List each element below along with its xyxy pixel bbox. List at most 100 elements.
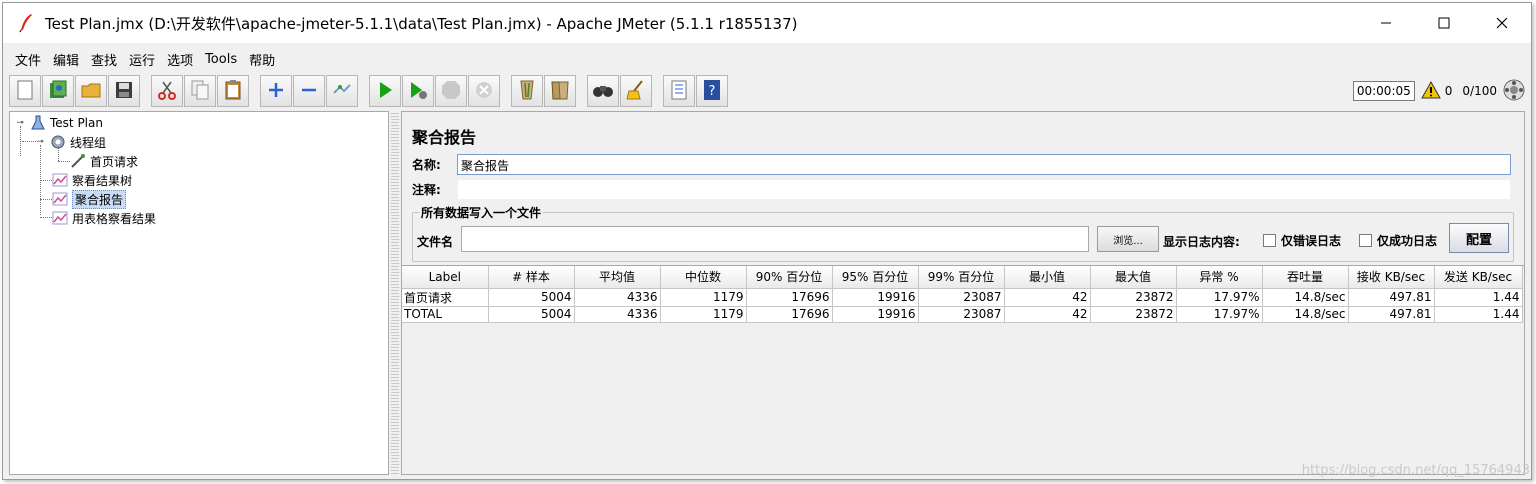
name-label: 名称:	[412, 158, 441, 172]
clear-icon	[517, 79, 537, 104]
stop-button[interactable]	[435, 75, 467, 107]
expand-button[interactable]	[260, 75, 292, 107]
table-cell: 23087	[918, 288, 1005, 307]
tree-item-thread-group[interactable]: 线程组	[50, 133, 106, 151]
active-threads: 0/100	[1462, 84, 1497, 98]
tree-label-test-plan: Test Plan	[50, 116, 103, 130]
table-row[interactable]: TOTAL 5004 4336 1179 17696 19916 23087 4…	[402, 306, 1523, 323]
paste-button[interactable]	[217, 75, 249, 107]
menu-tools[interactable]: Tools	[199, 52, 243, 67]
table-cell: 1.44	[1434, 288, 1523, 307]
start-no-pause-button[interactable]	[402, 75, 434, 107]
expand-icon	[267, 81, 285, 102]
clear-button[interactable]	[511, 75, 543, 107]
table-cell: 5004	[488, 288, 575, 307]
column-header[interactable]: 发送 KB/sec	[1434, 266, 1523, 289]
column-header[interactable]: 99% 百分位	[918, 266, 1005, 289]
aggregate-report-panel: 聚合报告 名称: 聚合报告 注释: 所有数据写入一个文件 文件名 浏览... 显…	[401, 111, 1525, 475]
table-cell: TOTAL	[402, 306, 489, 323]
column-header[interactable]: 90% 百分位	[746, 266, 833, 289]
errors-only-label: 仅错误日志	[1281, 234, 1342, 248]
elapsed-timer: 00:00:05	[1352, 81, 1415, 101]
warning-icon[interactable]	[1420, 80, 1441, 102]
close-button[interactable]	[1473, 3, 1531, 43]
log-content-label: 显示日志内容:	[1163, 235, 1240, 249]
column-header[interactable]: 接收 KB/sec	[1348, 266, 1435, 289]
start-no-pause-icon	[408, 80, 428, 103]
menu-edit[interactable]: 编辑	[47, 50, 85, 69]
chart-line-icon	[52, 191, 68, 207]
tree-item-http-sampler[interactable]: 首页请求	[70, 152, 138, 170]
toggle-button[interactable]	[326, 75, 358, 107]
results-table-area: Label # 样本 平均值 中位数 90% 百分位 95% 百分位 99% 百…	[402, 265, 1524, 474]
save-button[interactable]	[108, 75, 140, 107]
table-cell: 23872	[1090, 288, 1177, 307]
column-header[interactable]: 最大值	[1090, 266, 1177, 289]
table-cell: 497.81	[1348, 306, 1435, 323]
column-header[interactable]: 中位数	[660, 266, 747, 289]
table-cell: 23872	[1090, 306, 1177, 323]
column-header[interactable]: 平均值	[574, 266, 661, 289]
column-header[interactable]: 吞吐量	[1262, 266, 1349, 289]
tree-item-test-plan[interactable]: Test Plan	[30, 114, 103, 132]
paste-icon	[223, 79, 243, 104]
templates-button[interactable]	[42, 75, 74, 107]
tree-toggle-thread-group[interactable]: ⊸	[35, 137, 45, 147]
function-helper-button[interactable]	[663, 75, 695, 107]
open-icon	[80, 80, 102, 103]
reset-search-button[interactable]	[620, 75, 652, 107]
name-field[interactable]: 聚合报告	[457, 154, 1511, 175]
maximize-button[interactable]	[1415, 3, 1473, 43]
tree-toggle-root[interactable]: ⊸	[15, 118, 25, 128]
tree-item-view-results-table[interactable]: 用表格察看结果	[52, 209, 156, 227]
comment-field[interactable]	[457, 179, 1511, 200]
tree-label-thread-group: 线程组	[70, 135, 107, 150]
title-bar: Test Plan.jmx (D:\开发软件\apache-jmeter-5.1…	[3, 3, 1531, 43]
errors-only-checkbox[interactable]	[1263, 234, 1276, 247]
menu-help[interactable]: 帮助	[243, 50, 281, 69]
copy-button[interactable]	[184, 75, 216, 107]
search-button[interactable]	[587, 75, 619, 107]
table-cell: 1179	[660, 306, 747, 323]
minimize-button[interactable]	[1357, 3, 1415, 43]
success-only-option[interactable]: 仅成功日志	[1359, 232, 1437, 249]
tree-item-view-results-tree[interactable]: 察看结果树	[52, 171, 132, 189]
table-cell: 5004	[488, 306, 575, 323]
table-row[interactable]: 首页请求 5004 4336 1179 17696 19916 23087 42…	[402, 288, 1523, 307]
shutdown-button[interactable]	[468, 75, 500, 107]
collapse-button[interactable]	[293, 75, 325, 107]
start-button[interactable]	[369, 75, 401, 107]
new-button[interactable]	[9, 75, 41, 107]
name-row: 名称: 聚合报告	[412, 154, 1511, 175]
tree-label-view-results-table: 用表格察看结果	[72, 211, 157, 226]
column-header[interactable]: Label	[402, 266, 489, 289]
clear-all-button[interactable]	[544, 75, 576, 107]
menu-options[interactable]: 选项	[161, 50, 199, 69]
open-button[interactable]	[75, 75, 107, 107]
help-button[interactable]: ?	[696, 75, 728, 107]
cut-button[interactable]	[151, 75, 183, 107]
column-header[interactable]: 最小值	[1004, 266, 1091, 289]
column-header[interactable]: 95% 百分位	[832, 266, 919, 289]
filename-input[interactable]	[461, 226, 1089, 252]
configure-button[interactable]: 配置	[1449, 223, 1509, 253]
table-cell: 14.8/sec	[1262, 288, 1349, 307]
menu-file[interactable]: 文件	[9, 50, 47, 69]
panel-title: 聚合报告	[412, 128, 477, 147]
pipette-icon	[70, 153, 86, 169]
menu-search[interactable]: 查找	[85, 50, 123, 69]
tree-item-aggregate-report[interactable]: 聚合报告	[52, 189, 127, 209]
panel-splitter[interactable]	[391, 111, 399, 475]
svg-text:?: ?	[709, 84, 716, 99]
success-only-checkbox[interactable]	[1359, 234, 1372, 247]
menu-run[interactable]: 运行	[123, 50, 161, 69]
comment-row: 注释:	[412, 179, 1511, 200]
new-icon	[15, 79, 35, 104]
column-header[interactable]: 异常 %	[1176, 266, 1263, 289]
table-cell: 4336	[574, 288, 661, 307]
column-header[interactable]: # 样本	[488, 266, 575, 289]
toolbar: ? 00:00:05 0 0/100	[3, 73, 1531, 109]
chart-line-icon	[52, 210, 68, 226]
errors-only-option[interactable]: 仅错误日志	[1263, 232, 1341, 249]
browse-button[interactable]: 浏览...	[1097, 226, 1159, 252]
